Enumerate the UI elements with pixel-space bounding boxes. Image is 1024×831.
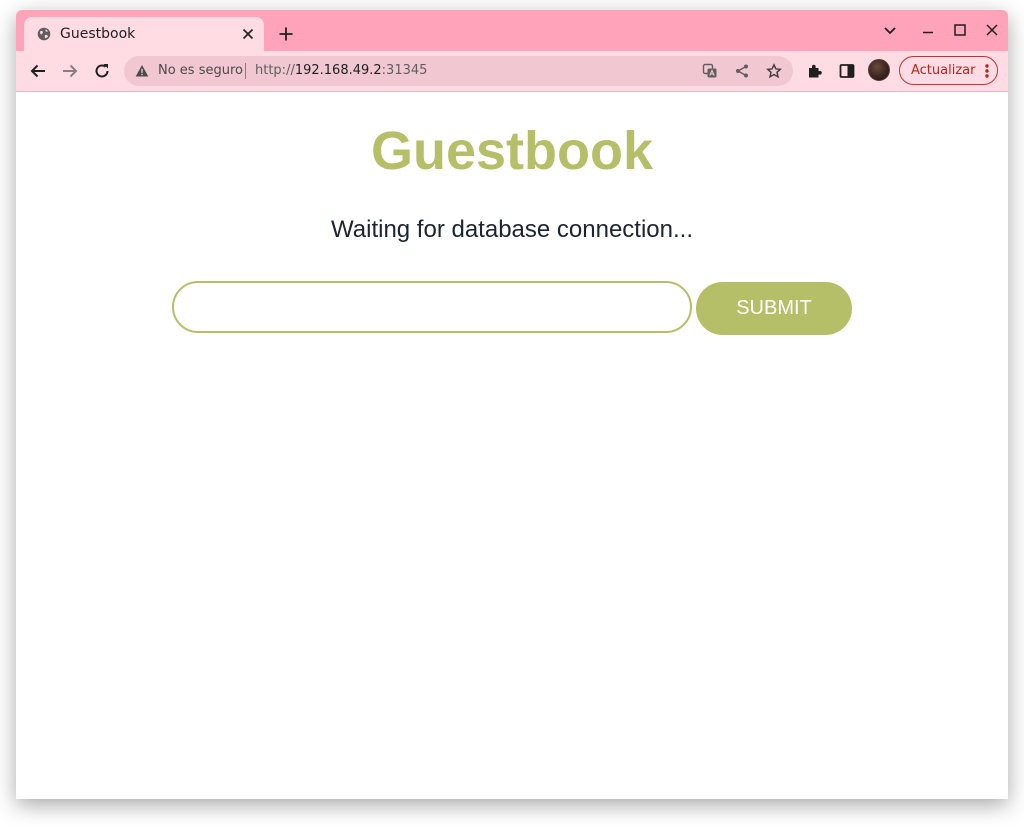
update-button-label: Actualizar [911, 63, 976, 78]
chevron-down-icon[interactable] [882, 22, 898, 38]
browser-window: Guestbook No es seguro http://192.168.49… [16, 10, 1008, 799]
update-button[interactable]: Actualizar [899, 56, 998, 85]
share-icon[interactable] [734, 63, 750, 79]
back-arrow-icon[interactable] [28, 61, 48, 81]
tab-title: Guestbook [60, 26, 136, 42]
reload-icon[interactable] [92, 61, 112, 81]
globe-icon [37, 27, 51, 41]
url-port: :31345 [381, 63, 428, 78]
more-vert-icon[interactable] [980, 63, 994, 79]
window-close-icon[interactable] [984, 22, 1000, 38]
page-content: Guestbook Waiting for database connectio… [16, 92, 1008, 799]
translate-icon[interactable] [702, 63, 718, 79]
submit-button[interactable]: SUBMIT [696, 282, 852, 335]
tab-strip: Guestbook [16, 10, 1008, 51]
maximize-icon[interactable] [952, 22, 968, 38]
guestbook-entry-input[interactable] [172, 281, 692, 333]
forward-arrow-icon[interactable] [60, 61, 80, 81]
tab-guestbook[interactable]: Guestbook [24, 17, 264, 51]
side-panel-icon[interactable] [838, 62, 856, 80]
new-tab-icon[interactable] [278, 26, 294, 42]
minimize-icon[interactable] [920, 22, 936, 38]
star-icon[interactable] [766, 63, 782, 79]
profile-avatar[interactable] [868, 59, 890, 81]
warning-icon[interactable] [135, 64, 149, 78]
url-host: 192.168.49.2 [294, 63, 382, 78]
status-message: Waiting for database connection... [331, 216, 693, 243]
url-scheme: http:// [255, 63, 295, 78]
extensions-icon[interactable] [806, 62, 824, 80]
close-icon[interactable] [241, 27, 255, 41]
page-title: Guestbook [370, 121, 654, 181]
address-bar[interactable]: No es seguro http://192.168.49.2:31345 [124, 56, 793, 86]
security-label[interactable]: No es seguro [158, 63, 243, 78]
browser-toolbar: No es seguro http://192.168.49.2:31345 A… [16, 51, 1008, 92]
url-text[interactable]: http://192.168.49.2:31345 [255, 63, 427, 78]
address-separator [245, 63, 246, 79]
